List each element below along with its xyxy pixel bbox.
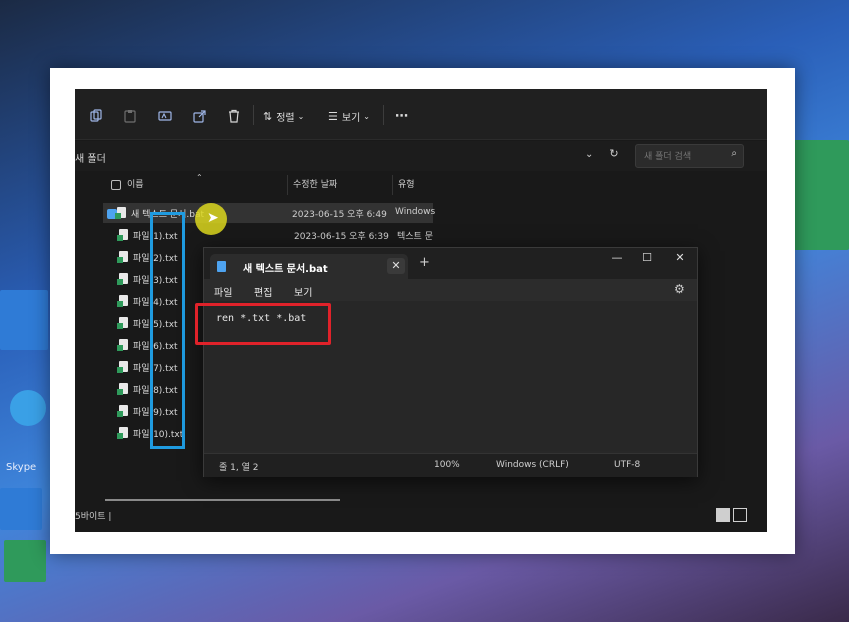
tiles-view-icon[interactable] (733, 508, 747, 522)
txt-file-icon (117, 339, 128, 351)
outlook-icon (0, 488, 42, 530)
more-options-button[interactable]: ⋯ (395, 106, 408, 126)
share-icon[interactable] (193, 106, 207, 126)
txt-file-icon (117, 383, 128, 395)
skype-icon (10, 390, 46, 426)
maximize-button[interactable]: ☐ (637, 251, 657, 264)
view-button[interactable]: ☰ 보기 ⌄ (328, 106, 370, 126)
chevron-down-icon[interactable]: ⌄ (585, 149, 593, 160)
delete-icon[interactable] (227, 106, 241, 126)
txt-file-icon (117, 229, 128, 241)
mouse-pointer-icon: ➤ (207, 210, 219, 226)
file-date: 2023-06-15 오후 6:39 (294, 232, 389, 242)
column-type-header[interactable]: 유형 (398, 177, 415, 190)
address-bar[interactable]: 새 폴더 (75, 150, 106, 165)
paste-icon[interactable] (123, 106, 137, 126)
sort-icon: ⇅ (263, 109, 273, 123)
file-date: 2023-06-15 오후 6:49 (292, 210, 387, 220)
txt-file-icon (117, 251, 128, 263)
chevron-down-icon: ⌄ (363, 111, 370, 121)
search-icon: ⌕ (731, 148, 737, 159)
file-type: 텍스트 문 (397, 232, 433, 242)
notepad-tab[interactable]: 새 텍스트 문서.bat ✕ (210, 254, 408, 279)
column-modified-header[interactable]: 수정한 날짜 (293, 177, 337, 190)
notepad-icon (217, 261, 226, 272)
status-bar: 5바이트 | (75, 512, 112, 522)
notepad-status-bar: 줄 1, 열 2 100% Windows (CRLF) UTF-8 (204, 453, 697, 477)
view-list-icon: ☰ (328, 109, 338, 123)
copy-icon[interactable] (89, 106, 103, 126)
search-box[interactable]: ⌕ (635, 144, 744, 168)
search-input[interactable] (642, 148, 724, 166)
sort-arrow-icon: ⌃ (196, 173, 203, 182)
menu-file[interactable]: 파일 (214, 284, 232, 299)
notepad-window: 새 텍스트 문서.bat ✕ + — ☐ ✕ 파일 편집 보기 ⚙ ren *.… (203, 247, 698, 477)
chevron-down-icon: ⌄ (297, 111, 305, 121)
tab-title: 새 텍스트 문서.bat (243, 264, 328, 275)
txt-file-icon (117, 427, 128, 439)
background-tile (0, 290, 48, 350)
line-ending: Windows (CRLF) (496, 460, 569, 470)
view-label: 보기 (341, 112, 361, 124)
close-window-button[interactable]: ✕ (670, 251, 690, 264)
txt-file-icon (117, 295, 128, 307)
txt-file-icon (117, 273, 128, 285)
menu-edit[interactable]: 편집 (254, 284, 272, 299)
toolbar-separator (383, 105, 384, 125)
sort-button[interactable]: ⇅ 정렬 ⌄ (263, 106, 304, 126)
bat-file-icon (115, 207, 126, 219)
zoom-level: 100% (434, 460, 460, 470)
encoding: UTF-8 (614, 460, 641, 470)
txt-file-icon (117, 317, 128, 329)
txt-file-icon (117, 405, 128, 417)
annotation-blue-box (150, 212, 185, 449)
address-bar-row: 새 폴더 ⌄ ↻ ⌕ (75, 141, 767, 171)
column-divider[interactable] (392, 175, 393, 195)
rename-icon[interactable] (158, 106, 172, 126)
menu-view[interactable]: 보기 (294, 284, 312, 299)
cursor-position: 줄 1, 열 2 (219, 463, 259, 473)
notepad-tab-bar: 새 텍스트 문서.bat ✕ + — ☐ ✕ (204, 248, 697, 279)
annotation-red-box (195, 303, 331, 345)
toolbar-separator (253, 105, 254, 125)
excel-icon (4, 540, 46, 582)
sort-label: 정렬 (276, 112, 295, 124)
explorer-toolbar: ⇅ 정렬 ⌄ ☰ 보기 ⌄ ⋯ (75, 89, 767, 140)
column-divider[interactable] (287, 175, 288, 195)
details-view-icon[interactable] (716, 508, 730, 522)
background-tile-right (793, 140, 849, 250)
new-tab-button[interactable]: + (419, 255, 430, 270)
skype-caption: Skype (6, 462, 37, 473)
txt-file-icon (117, 361, 128, 373)
close-tab-button[interactable]: ✕ (387, 258, 405, 274)
view-toggle (716, 508, 747, 522)
horizontal-scrollbar[interactable] (105, 499, 340, 501)
minimize-button[interactable]: — (607, 251, 627, 264)
gear-icon[interactable]: ⚙ (674, 282, 685, 296)
file-type: Windows (395, 207, 435, 217)
column-name-header[interactable]: 이름 (127, 177, 144, 190)
notepad-menu-bar: 파일 편집 보기 ⚙ (204, 279, 697, 301)
refresh-button[interactable]: ↻ (605, 145, 623, 163)
select-all-checkbox[interactable] (111, 180, 121, 190)
